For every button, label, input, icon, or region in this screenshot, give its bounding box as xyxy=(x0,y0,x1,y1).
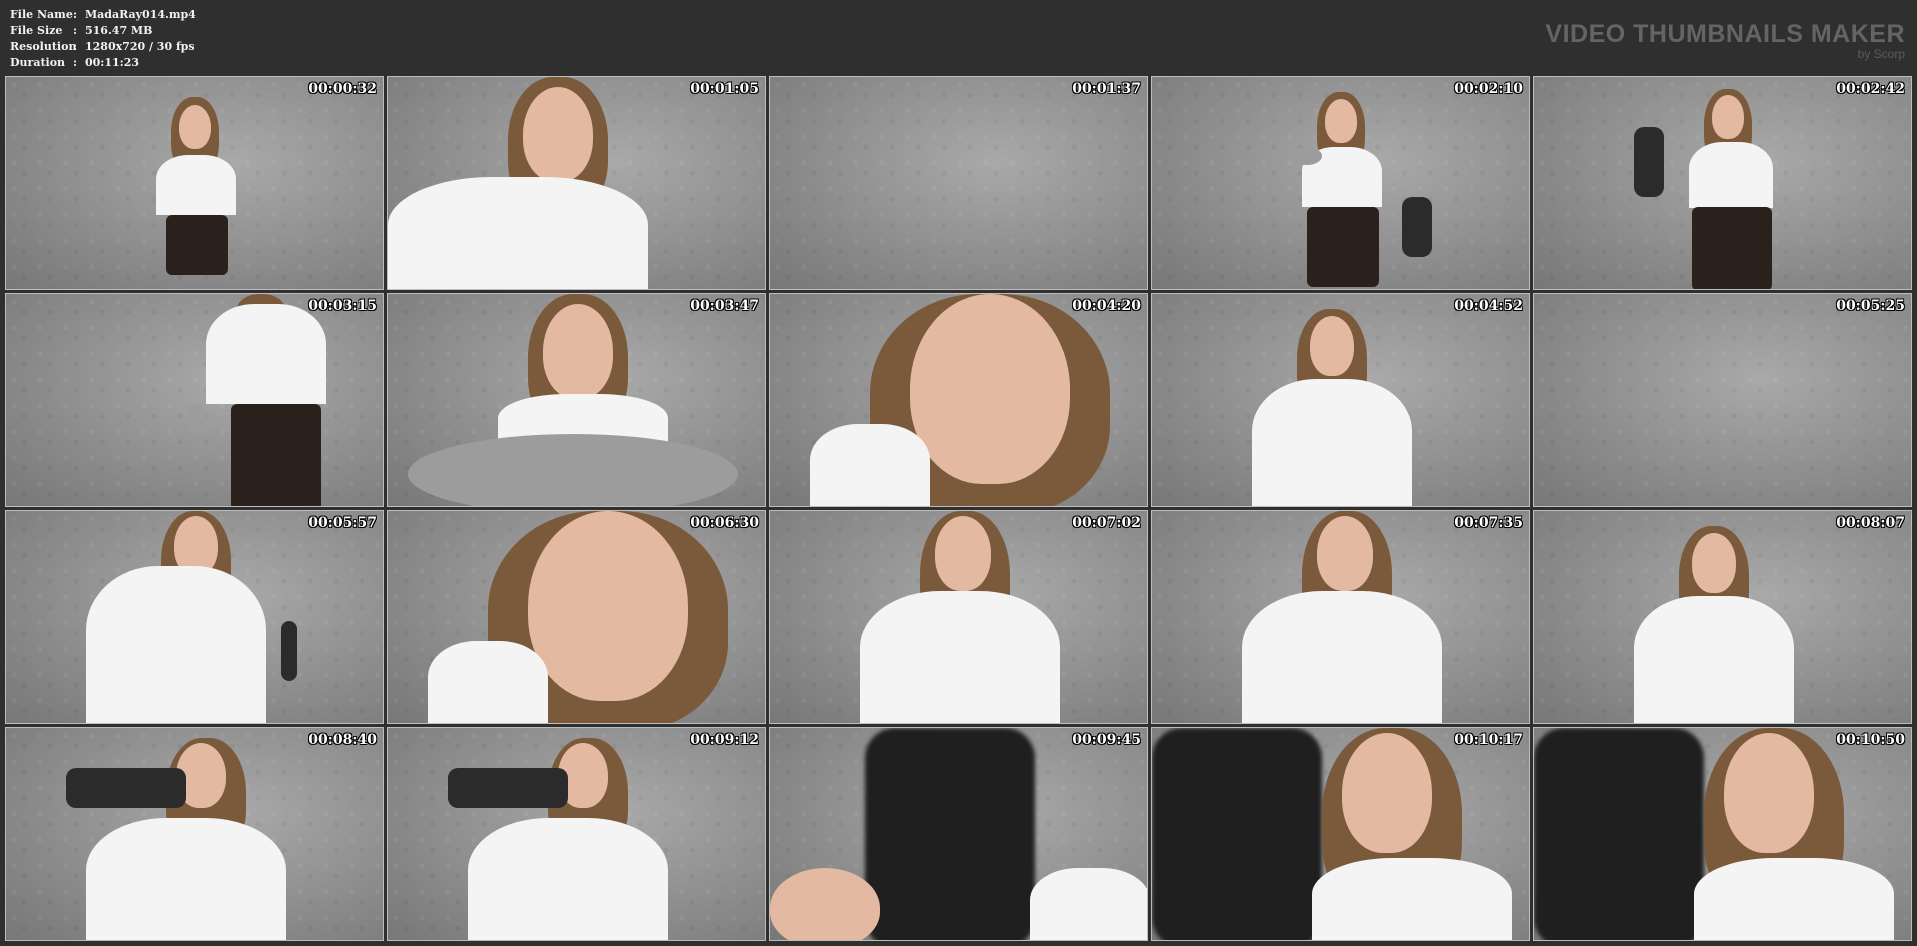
thumbnail-timestamp: 00:00:32 xyxy=(308,81,377,97)
thumbnail-timestamp: 00:02:42 xyxy=(1836,81,1905,97)
brand-title: VIDEO THUMBNAILS MAKER xyxy=(1545,20,1905,48)
file-info-row: Duration:00:11:23 xyxy=(10,55,196,71)
video-thumbnail[interactable]: 00:04:20 xyxy=(769,293,1148,507)
video-thumbnail[interactable]: 00:03:47 xyxy=(387,293,766,507)
file-info-value: 00:11:23 xyxy=(85,56,140,69)
thumbnail-timestamp: 00:03:47 xyxy=(690,298,759,314)
video-thumbnail[interactable]: 00:02:42 xyxy=(1533,76,1912,290)
thumbnail-timestamp: 00:02:10 xyxy=(1454,81,1523,97)
video-thumbnail[interactable]: 00:03:15 xyxy=(5,293,384,507)
file-info-label: File Size xyxy=(10,24,63,37)
video-thumbnail[interactable]: 00:00:32 xyxy=(5,76,384,290)
file-info: File Name: MadaRay014.mp4 File Size:516.47… xyxy=(10,7,196,71)
file-info-separator: : xyxy=(73,8,78,21)
video-thumbnail[interactable]: 00:08:07 xyxy=(1533,510,1912,724)
thumbnail-timestamp: 00:07:35 xyxy=(1454,515,1523,531)
file-info-value: MadaRay014.mp4 xyxy=(85,8,196,21)
video-thumbnail[interactable]: 00:09:12 xyxy=(387,727,766,941)
video-thumbnail[interactable]: 00:01:05 xyxy=(387,76,766,290)
video-thumbnail[interactable]: 00:10:17 xyxy=(1151,727,1530,941)
thumbnail-timestamp: 00:04:20 xyxy=(1072,298,1141,314)
file-info-label: Duration xyxy=(10,56,66,69)
video-thumbnail[interactable]: 00:04:52 xyxy=(1151,293,1530,507)
file-info-label: Resolution xyxy=(10,40,77,53)
thumbnail-timestamp: 00:10:17 xyxy=(1454,732,1523,748)
header: File Name: MadaRay014.mp4 File Size:516.47… xyxy=(0,0,1917,74)
file-info-value: 1280x720 / 30 fps xyxy=(85,40,195,53)
thumbnail-timestamp: 00:08:07 xyxy=(1836,515,1905,531)
file-info-separator: : xyxy=(73,24,78,37)
video-thumbnail[interactable]: 00:06:30 xyxy=(387,510,766,724)
video-thumbnail[interactable]: 00:05:57 xyxy=(5,510,384,724)
thumbnail-timestamp: 00:01:37 xyxy=(1072,81,1141,97)
thumbnail-timestamp: 00:05:25 xyxy=(1836,298,1905,314)
video-thumbnail[interactable]: 00:09:45 xyxy=(769,727,1148,941)
file-info-row: Resolution:1280x720 / 30 fps xyxy=(10,39,196,55)
thumbnail-timestamp: 00:05:57 xyxy=(308,515,377,531)
file-info-row: File Name: MadaRay014.mp4 xyxy=(10,7,196,23)
thumbnail-timestamp: 00:03:15 xyxy=(308,298,377,314)
thumbnail-timestamp: 00:01:05 xyxy=(690,81,759,97)
video-thumbnail[interactable]: 00:07:35 xyxy=(1151,510,1530,724)
thumbnail-timestamp: 00:04:52 xyxy=(1454,298,1523,314)
brand-logo: VIDEO THUMBNAILS MAKER by Scorp xyxy=(1545,20,1905,60)
file-info-separator: : xyxy=(73,40,78,53)
thumbnail-grid: 00:00:32 00:01:05 00:01:37 00:02:10 00:02:42… xyxy=(5,76,1912,941)
thumbnail-timestamp: 00:09:12 xyxy=(690,732,759,748)
video-thumbnail[interactable]: 00:05:25 xyxy=(1533,293,1912,507)
thumbnail-timestamp: 00:07:02 xyxy=(1072,515,1141,531)
brand-subtitle: by Scorp xyxy=(1857,47,1905,61)
thumbnail-frame xyxy=(6,294,383,506)
thumbnail-timestamp: 00:09:45 xyxy=(1072,732,1141,748)
thumbnail-frame xyxy=(1534,294,1911,506)
thumbnail-frame xyxy=(770,77,1147,289)
file-info-separator: : xyxy=(73,56,78,69)
file-info-row: File Size:516.47 MB xyxy=(10,23,196,39)
thumbnail-timestamp: 00:08:40 xyxy=(308,732,377,748)
video-thumbnail[interactable]: 00:02:10 xyxy=(1151,76,1530,290)
thumbnail-timestamp: 00:10:50 xyxy=(1836,732,1905,748)
video-thumbnail[interactable]: 00:07:02 xyxy=(769,510,1148,724)
file-info-label: File Name xyxy=(10,8,73,21)
video-thumbnail[interactable]: 00:08:40 xyxy=(5,727,384,941)
file-info-value: 516.47 MB xyxy=(85,24,153,37)
thumbnail-timestamp: 00:06:30 xyxy=(690,515,759,531)
video-thumbnail[interactable]: 00:10:50 xyxy=(1533,727,1912,941)
video-thumbnail[interactable]: 00:01:37 xyxy=(769,76,1148,290)
